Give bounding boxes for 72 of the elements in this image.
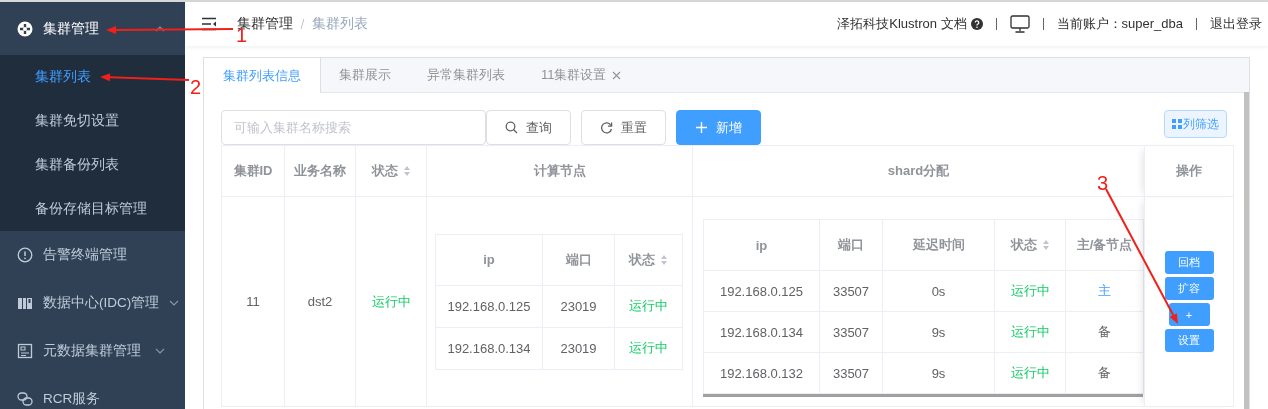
- circle-logo-icon: [17, 20, 33, 37]
- status-text: 运行中: [1010, 365, 1050, 380]
- column-header: 业务名称: [294, 162, 346, 180]
- role-text: 备: [1098, 324, 1111, 339]
- column-header: 状态: [371, 162, 398, 180]
- help-icon: [970, 18, 983, 30]
- column-header: 状态: [629, 250, 655, 269]
- column-header: 延迟时间: [912, 236, 965, 254]
- document-icon: [17, 343, 33, 359]
- search-button[interactable]: 查询: [486, 110, 571, 145]
- column-header: ip: [483, 252, 495, 267]
- status-text: 运行中: [1010, 324, 1050, 339]
- column-header: 端口: [565, 250, 592, 269]
- table-cell: 0s: [931, 283, 946, 299]
- sort-icon: [660, 253, 668, 266]
- refresh-button[interactable]: 重置: [581, 110, 666, 145]
- table-cell: 9s: [931, 365, 946, 381]
- table-cell: 192.168.0.125: [447, 298, 531, 314]
- status-text: 运行中: [371, 293, 411, 309]
- chevron-down-icon: [169, 300, 180, 306]
- refresh-icon: [600, 121, 613, 134]
- monitor-icon: [1009, 15, 1030, 33]
- status-text: 运行中: [629, 340, 668, 355]
- logout-link[interactable]: 退出登录: [1210, 15, 1262, 33]
- table-cell: 9s: [931, 324, 946, 340]
- menu-item[interactable]: 数据中心(IDC)管理: [0, 279, 185, 327]
- table-cell: 23019: [560, 340, 597, 356]
- bar-chart-icon: [17, 295, 33, 311]
- menu-item[interactable]: 元数据集群管理: [0, 327, 185, 375]
- menu-item[interactable]: 告警终端管理: [0, 231, 185, 279]
- column-header: 操作: [1176, 162, 1202, 180]
- status-text: 运行中: [629, 298, 668, 313]
- table-cell: 33507: [832, 283, 870, 299]
- annotation-number: 2: [190, 76, 202, 98]
- annotation-number: 3: [1097, 172, 1109, 194]
- close-icon: [611, 70, 621, 80]
- submenu-item[interactable]: 集群列表: [0, 55, 185, 99]
- table-cell: 33507: [832, 324, 870, 340]
- grid-icon: [1172, 119, 1182, 129]
- link-icon: [17, 391, 33, 407]
- table-cell: 23019: [560, 298, 597, 314]
- sort-icon: [1041, 239, 1050, 251]
- status-text: 运行中: [1010, 283, 1050, 298]
- chevron-up-icon: [155, 25, 165, 32]
- column-header: 主/备节点: [1076, 236, 1133, 254]
- table-cell: 192.168.0.134: [447, 340, 531, 356]
- table-cell: 192.168.0.125: [719, 283, 804, 299]
- column-header: 集群ID: [233, 162, 273, 180]
- sort-icon: [402, 165, 411, 177]
- plus-icon: [695, 121, 708, 134]
- chevron-down-icon: [155, 348, 165, 354]
- column-header: 状态: [1010, 236, 1037, 254]
- column-header: 计算节点: [533, 162, 586, 180]
- role-text: 备: [1098, 365, 1111, 380]
- table-cell: dst2: [307, 294, 333, 309]
- table-cell: 11: [246, 294, 260, 309]
- docs-link[interactable]: 泽拓科技Klustron 文档: [837, 15, 967, 33]
- submenu-item[interactable]: 集群免切设置: [0, 99, 185, 143]
- submenu-item[interactable]: 集群备份列表: [0, 143, 185, 187]
- table-cell: 33507: [832, 365, 870, 381]
- column-header: ip: [755, 237, 768, 253]
- column-header: 端口: [838, 236, 864, 254]
- menu-item[interactable]: RCR服务: [0, 375, 185, 409]
- search-icon: [505, 121, 518, 134]
- alert-icon: [17, 247, 33, 263]
- table-cell: 192.168.0.134: [719, 324, 804, 340]
- search-field[interactable]: 可输入集群名称搜索: [221, 110, 486, 145]
- submenu-item[interactable]: 备份存储目标管理: [0, 187, 185, 231]
- account-label: 当前账户：super_dba: [1056, 15, 1183, 33]
- column-header: shard分配: [887, 162, 950, 180]
- role-text: 主: [1098, 283, 1111, 298]
- table-cell: 192.168.0.132: [719, 365, 804, 381]
